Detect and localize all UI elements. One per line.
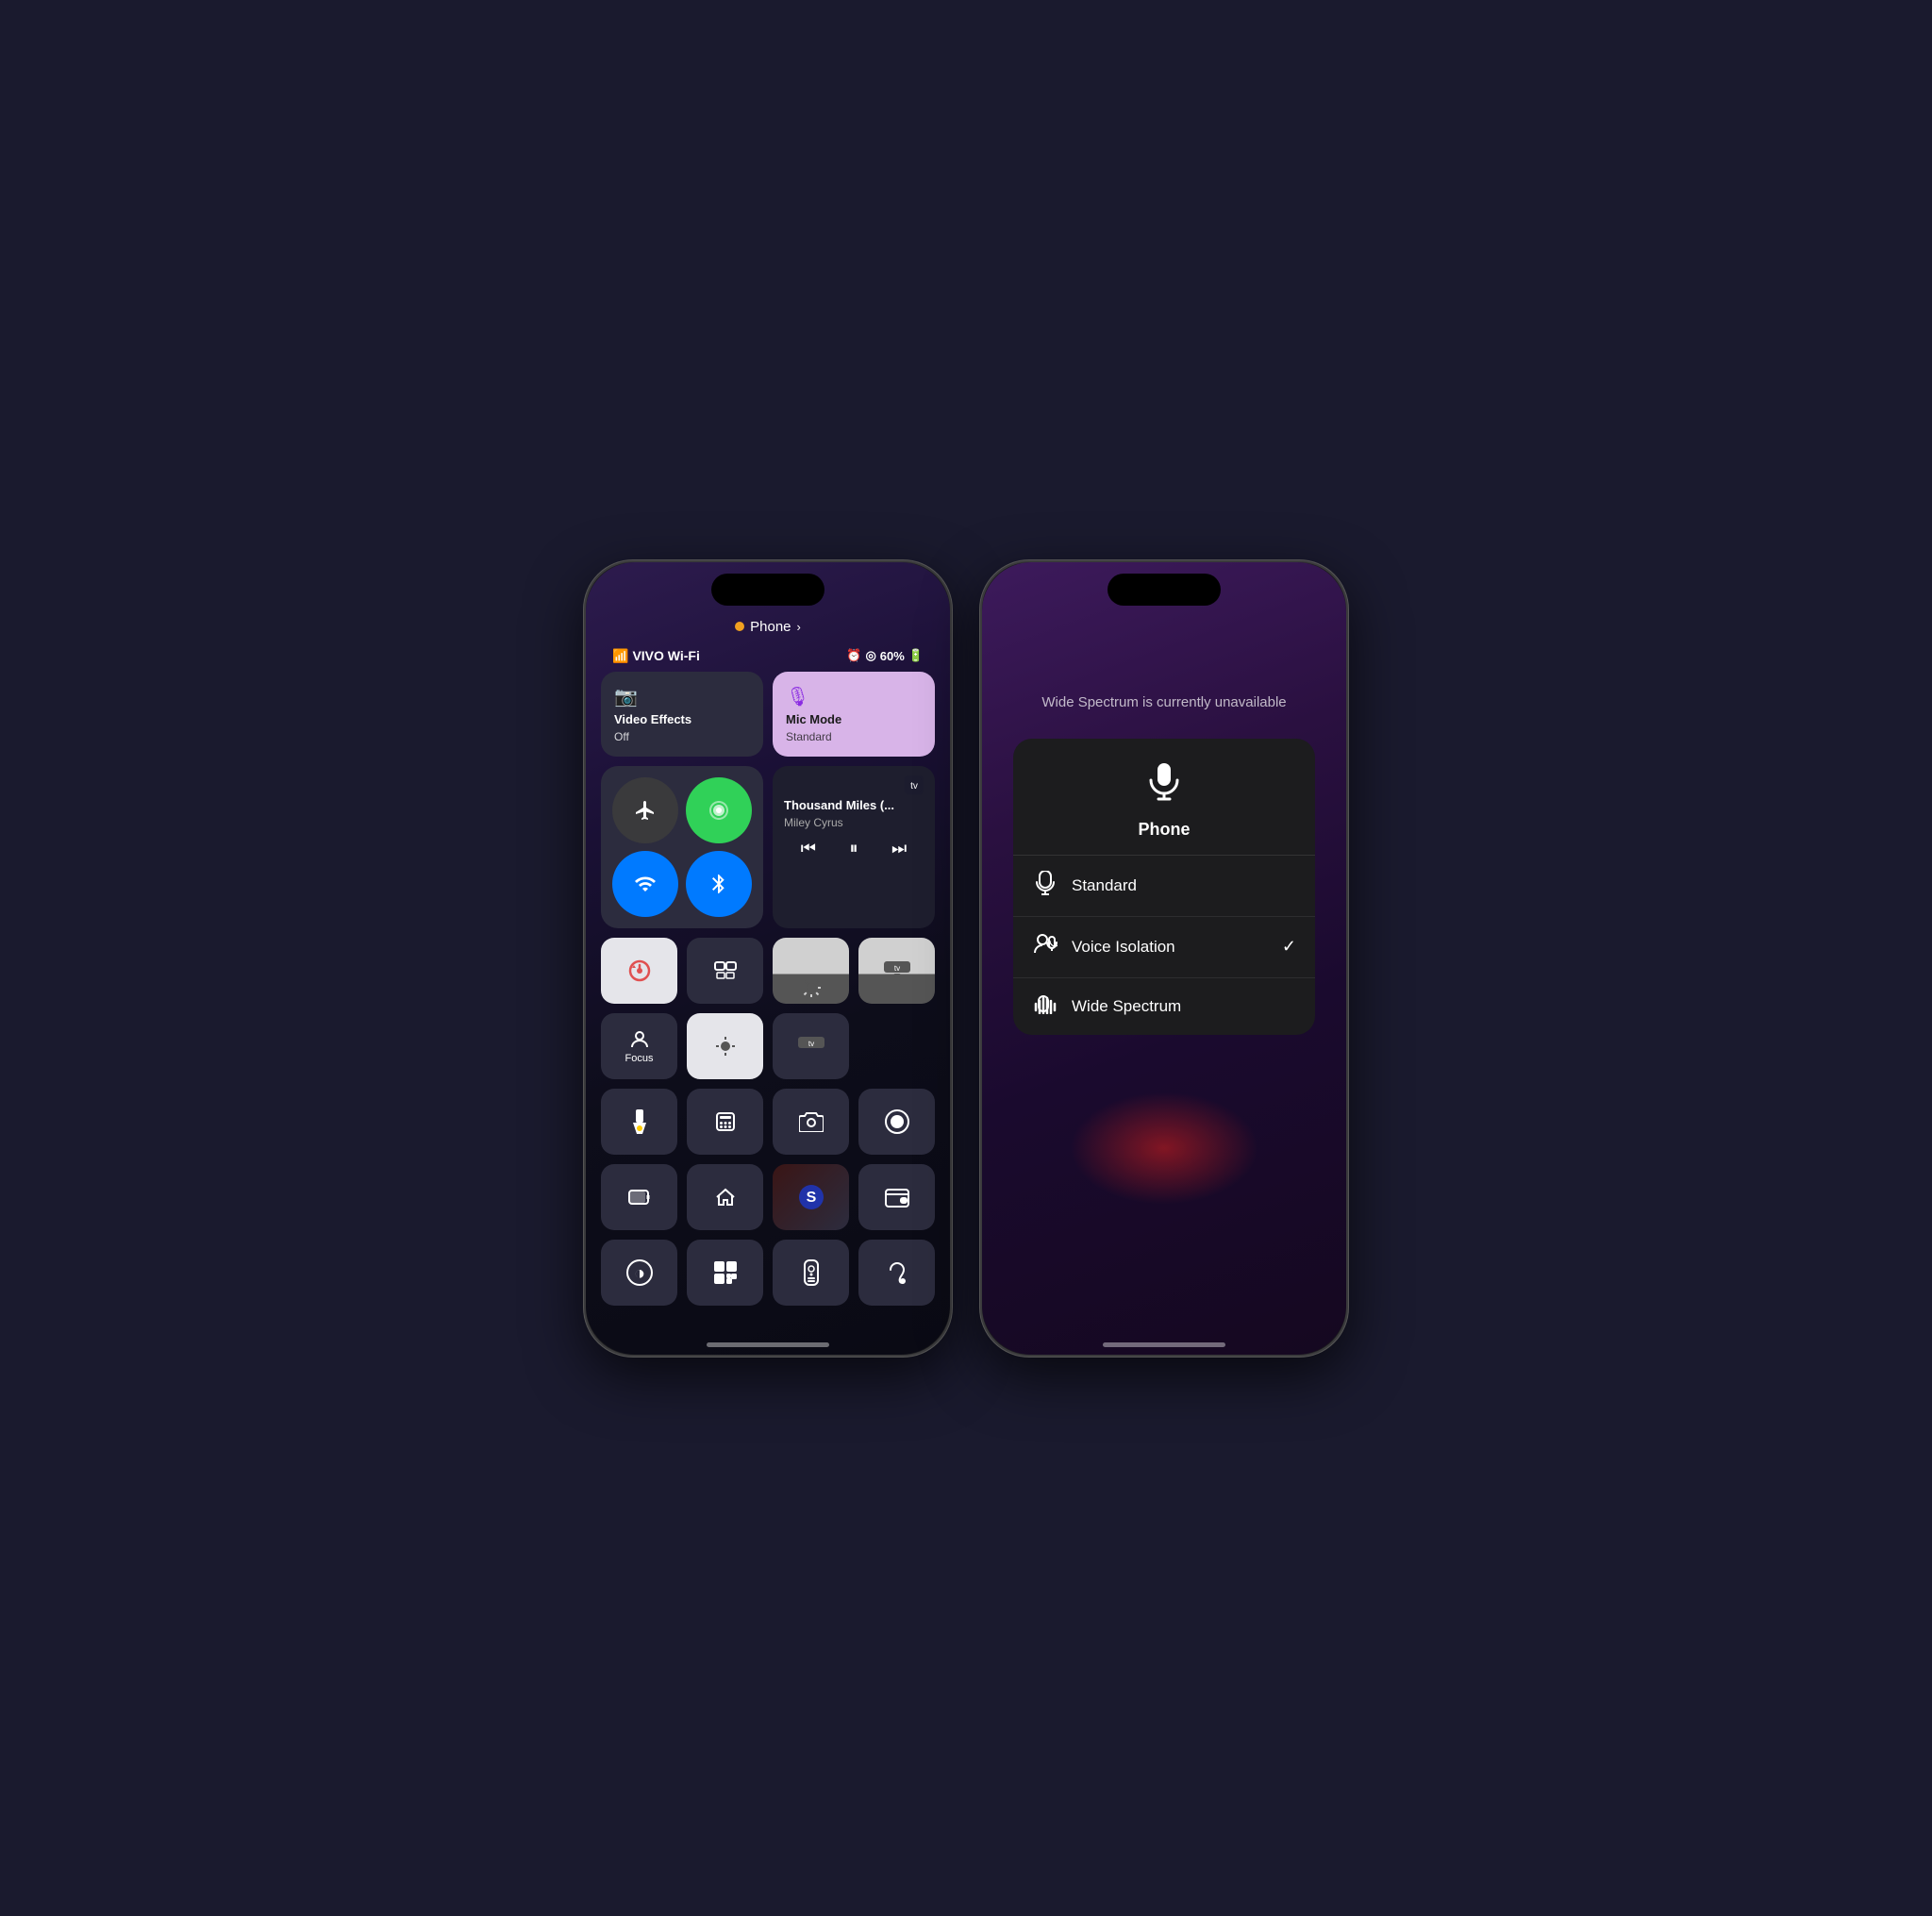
status-left: 📶 VIVO Wi-Fi <box>612 648 700 664</box>
np-header: tv <box>784 775 924 794</box>
home-indicator-left <box>707 1342 829 1347</box>
cc-container: 📷 Video Effects Off 🎙 Mic Mode Standard <box>601 672 935 1306</box>
mic-option-standard[interactable]: Standard <box>1013 856 1315 917</box>
voice-isolation-icon <box>1032 932 1058 962</box>
mic-mode-icon: 🎙 <box>786 685 922 708</box>
svg-text:tv: tv <box>910 781 918 791</box>
apple-tv-icon: tv <box>905 775 924 794</box>
phone-indicator[interactable]: Phone › <box>601 619 935 635</box>
accessibility-button[interactable]: ◑ <box>601 1240 677 1306</box>
np-controls: ⏮ ⏸ ⏭ <box>784 839 924 858</box>
apple-tv-tile2[interactable]: tv <box>773 1013 849 1079</box>
mic-mode-sublabel: Standard <box>786 730 922 743</box>
phone-left: Phone › 📶 VIVO Wi-Fi ⏰ ◎ 60% 🔋 <box>584 560 952 1357</box>
mic-option-wide-spectrum[interactable]: Wide Spectrum <box>1013 978 1315 1035</box>
status-bar: 📶 VIVO Wi-Fi ⏰ ◎ 60% 🔋 <box>601 644 935 672</box>
np-song-title: Thousand Miles (... <box>784 798 924 812</box>
alarm-icon: ⏰ <box>846 648 861 663</box>
row3: tv <box>601 938 935 1004</box>
mic-mode-menu: Phone Standard <box>1013 739 1315 1035</box>
mic-options-list: Standard <box>1013 856 1315 1035</box>
fast-forward-button[interactable]: ⏭ <box>891 839 907 858</box>
signal-bars-icon: 📶 <box>612 648 628 664</box>
mic-option-voice-isolation[interactable]: Voice Isolation ✓ <box>1013 917 1315 978</box>
battery-widget-button[interactable] <box>601 1164 677 1230</box>
video-effects-sublabel: Off <box>614 730 750 743</box>
np-artist-name: Miley Cyrus <box>784 816 924 829</box>
brightness-button[interactable] <box>773 938 849 1004</box>
hearing-button[interactable] <box>858 1240 935 1306</box>
row7: ◑ <box>601 1240 935 1306</box>
dynamic-island-right <box>1108 574 1221 606</box>
home-indicator-right <box>1103 1342 1225 1347</box>
svg-text:◑: ◑ <box>633 1263 644 1284</box>
phone-dot <box>735 622 744 631</box>
row5 <box>601 1089 935 1155</box>
svg-text:tv: tv <box>893 964 899 973</box>
battery-label: 60% <box>880 649 905 663</box>
toggles-grid <box>612 777 752 917</box>
middle-row: tv Thousand Miles (... Miley Cyrus ⏮ ⏸ ⏭ <box>601 766 935 928</box>
svg-text:S: S <box>806 1190 816 1206</box>
mic-menu-header: Phone <box>1013 739 1315 856</box>
phone-indicator-label: Phone <box>750 619 791 635</box>
top-controls: 📷 Video Effects Off 🎙 Mic Mode Standard <box>601 672 935 757</box>
screen-mirror-button[interactable] <box>687 938 763 1004</box>
phone-right: Wide Spectrum is currently unavailable P… <box>980 560 1348 1357</box>
video-effects-button[interactable]: 📷 Video Effects Off <box>601 672 763 757</box>
svg-text:tv: tv <box>808 1040 813 1048</box>
toggles-panel <box>601 766 763 928</box>
shazam-button[interactable]: S <box>773 1164 849 1230</box>
red-glow <box>1070 1091 1258 1205</box>
flashlight-button[interactable] <box>601 1089 677 1155</box>
video-effects-label: Video Effects <box>614 712 750 726</box>
standard-mic-icon <box>1032 871 1058 901</box>
voice-isolation-check: ✓ <box>1282 937 1296 957</box>
voice-isolation-label: Voice Isolation <box>1072 938 1269 957</box>
camera-button[interactable] <box>773 1089 849 1155</box>
screen-right: Wide Spectrum is currently unavailable P… <box>982 562 1346 1355</box>
mic-menu-title: Phone <box>1138 820 1190 840</box>
bluetooth-button[interactable] <box>686 851 752 917</box>
row6: S <box>601 1164 935 1230</box>
wifi-button[interactable] <box>612 851 678 917</box>
unavailable-text: Wide Spectrum is currently unavailable <box>1041 694 1286 710</box>
rotation-lock-button[interactable] <box>601 938 677 1004</box>
apple-tv-button[interactable]: tv <box>858 938 935 1004</box>
phone-chevron: › <box>797 620 801 634</box>
now-playing-panel: tv Thousand Miles (... Miley Cyrus ⏮ ⏸ ⏭ <box>773 766 935 928</box>
location-icon: ◎ <box>865 648 875 663</box>
mic-mode-button[interactable]: 🎙 Mic Mode Standard <box>773 672 935 757</box>
video-effects-icon: 📷 <box>614 685 750 708</box>
standard-label: Standard <box>1072 876 1296 895</box>
dynamic-island-left <box>711 574 824 606</box>
mic-large-icon <box>1144 761 1184 810</box>
qr-code-button[interactable] <box>687 1240 763 1306</box>
wide-spectrum-label: Wide Spectrum <box>1072 997 1296 1016</box>
wallet-button[interactable] <box>858 1164 935 1230</box>
battery-icon: 🔋 <box>908 648 924 663</box>
screen-left: Phone › 📶 VIVO Wi-Fi ⏰ ◎ 60% 🔋 <box>586 562 950 1355</box>
brightness-slider[interactable] <box>687 1013 763 1079</box>
row4: Focus <box>601 1013 935 1079</box>
play-pause-button[interactable]: ⏸ <box>850 839 858 858</box>
calculator-button[interactable] <box>687 1089 763 1155</box>
wide-spectrum-icon <box>1032 993 1058 1020</box>
focus-button[interactable]: Focus <box>601 1013 677 1079</box>
carrier-label: VIVO Wi-Fi <box>632 648 699 663</box>
remote-button[interactable] <box>773 1240 849 1306</box>
mic-mode-label: Mic Mode <box>786 712 922 726</box>
phones-container: Phone › 📶 VIVO Wi-Fi ⏰ ◎ 60% 🔋 <box>584 560 1348 1357</box>
status-right: ⏰ ◎ 60% 🔋 <box>846 648 924 663</box>
airplane-mode-button[interactable] <box>612 777 678 843</box>
screen-record-button[interactable] <box>858 1089 935 1155</box>
hotspot-button[interactable] <box>686 777 752 843</box>
rewind-button[interactable]: ⏮ <box>801 839 816 858</box>
focus-label: Focus <box>625 1053 654 1064</box>
home-button[interactable] <box>687 1164 763 1230</box>
